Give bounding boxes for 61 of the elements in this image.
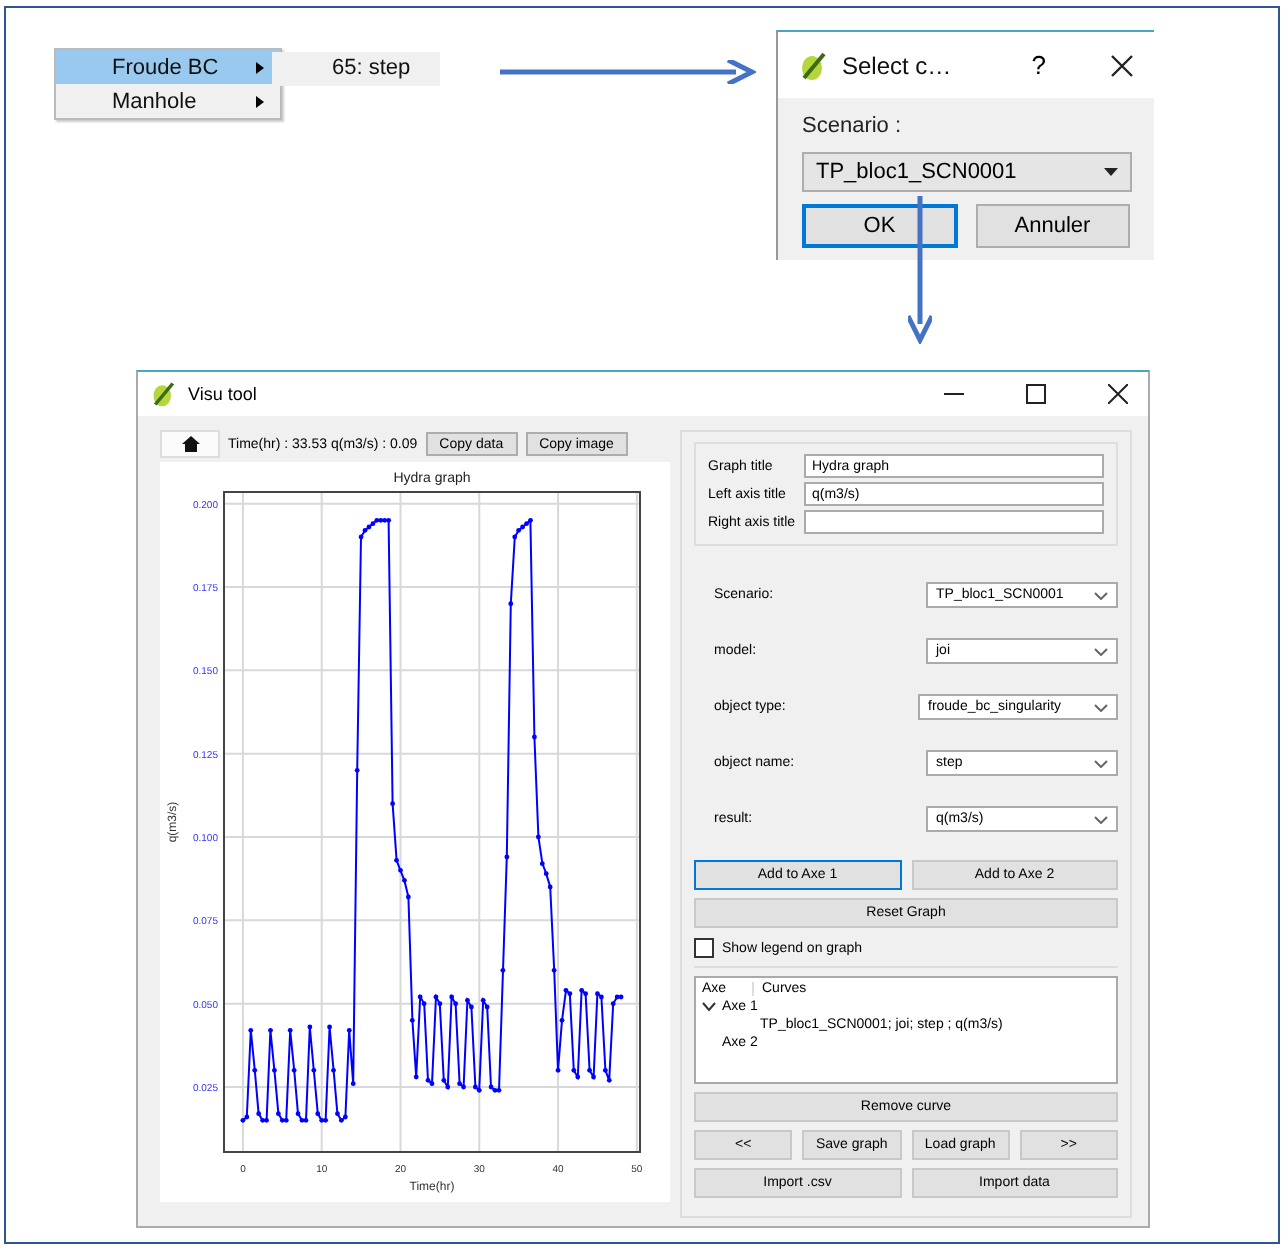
data-point bbox=[331, 1067, 336, 1073]
data-point bbox=[394, 857, 399, 863]
data-point bbox=[551, 967, 557, 973]
close-icon[interactable] bbox=[1110, 53, 1134, 77]
submenu-arrow-icon bbox=[256, 95, 264, 107]
data-point bbox=[272, 1067, 277, 1073]
data-point bbox=[307, 1024, 313, 1030]
data-point bbox=[402, 877, 407, 883]
pencil-leaf-icon bbox=[798, 49, 830, 81]
chevron-down-icon bbox=[1094, 591, 1108, 599]
menu-item[interactable]: Manhole bbox=[56, 84, 280, 118]
menu-item[interactable]: Froude BC bbox=[56, 50, 280, 84]
data-point bbox=[350, 1081, 356, 1087]
data-point bbox=[535, 834, 541, 840]
dialog-button[interactable]: OK bbox=[802, 204, 957, 248]
checkbox[interactable] bbox=[694, 938, 714, 958]
data-point bbox=[291, 1067, 297, 1073]
data-point bbox=[287, 1027, 293, 1033]
data-point bbox=[409, 1017, 415, 1023]
data-point bbox=[398, 867, 403, 873]
data-point bbox=[504, 854, 510, 860]
data-point bbox=[532, 734, 537, 740]
data-point bbox=[539, 861, 545, 867]
field-label: Scenario : bbox=[802, 114, 904, 138]
data-point bbox=[327, 1024, 332, 1030]
data-point bbox=[268, 1027, 273, 1033]
data-point bbox=[555, 1067, 561, 1073]
data-point bbox=[543, 871, 549, 877]
scenario-dropdown[interactable]: TP_bloc1_SCN0001 bbox=[802, 152, 1132, 192]
home-icon bbox=[181, 436, 199, 452]
dropdown-arrow-icon bbox=[1104, 168, 1118, 176]
data-point bbox=[354, 767, 360, 773]
data-point bbox=[390, 801, 395, 807]
dialog-button[interactable]: Annuler bbox=[975, 204, 1130, 248]
submenu-arrow-icon bbox=[256, 61, 264, 73]
chevron-down-icon bbox=[1094, 815, 1108, 823]
window-title: Select c… bbox=[842, 51, 954, 79]
maximize-icon[interactable] bbox=[1026, 384, 1046, 404]
text-field[interactable] bbox=[804, 510, 1104, 534]
data-point bbox=[413, 1074, 419, 1080]
data-point bbox=[508, 601, 514, 607]
menu-item[interactable]: 65: step bbox=[272, 52, 440, 86]
pencil-leaf-icon bbox=[150, 380, 178, 408]
data-point bbox=[405, 894, 411, 900]
help-button[interactable]: ? bbox=[1031, 50, 1046, 80]
chevron-down-icon bbox=[1094, 647, 1108, 655]
data-point bbox=[500, 967, 506, 973]
data-point bbox=[252, 1067, 258, 1073]
window-title: Visu tool bbox=[188, 384, 259, 404]
chevron-down-icon bbox=[1094, 759, 1108, 767]
data-point bbox=[559, 1017, 565, 1023]
data-point bbox=[248, 1027, 254, 1033]
data-point bbox=[311, 1067, 317, 1073]
expand-chevron-icon[interactable] bbox=[702, 1002, 716, 1012]
close-icon[interactable] bbox=[1108, 384, 1128, 404]
data-point bbox=[606, 1077, 612, 1083]
data-point bbox=[346, 1027, 352, 1033]
data-point bbox=[602, 1067, 608, 1073]
chevron-down-icon bbox=[1094, 703, 1108, 711]
home-button[interactable] bbox=[160, 430, 220, 458]
data-point bbox=[547, 884, 553, 890]
